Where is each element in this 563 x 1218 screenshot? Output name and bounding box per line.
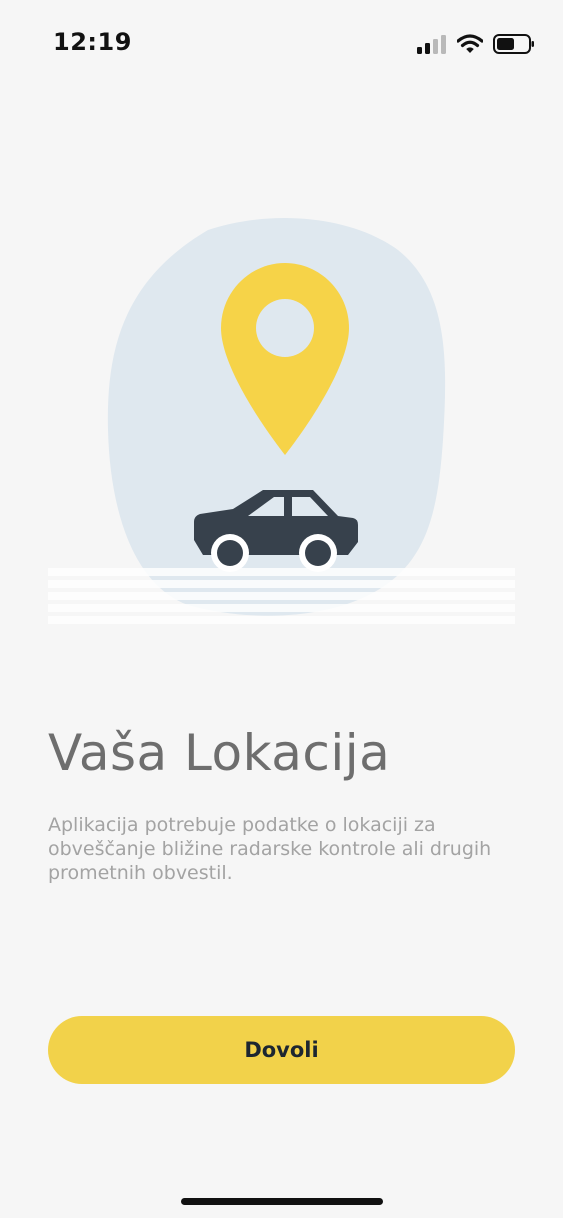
wifi-icon [457,34,483,53]
home-indicator[interactable] [181,1198,383,1205]
cellular-signal-icon [417,35,446,54]
status-bar: 12:19 [0,0,563,90]
allow-button[interactable]: Dovoli [48,1016,515,1084]
location-illustration [48,218,515,624]
status-time: 12:19 [53,28,132,56]
page-title: Vaša Lokacija [48,724,391,782]
location-description: Aplikacija potrebuje podatke o lokaciji … [48,814,492,884]
status-icons [417,32,535,56]
battery-icon [493,34,534,54]
